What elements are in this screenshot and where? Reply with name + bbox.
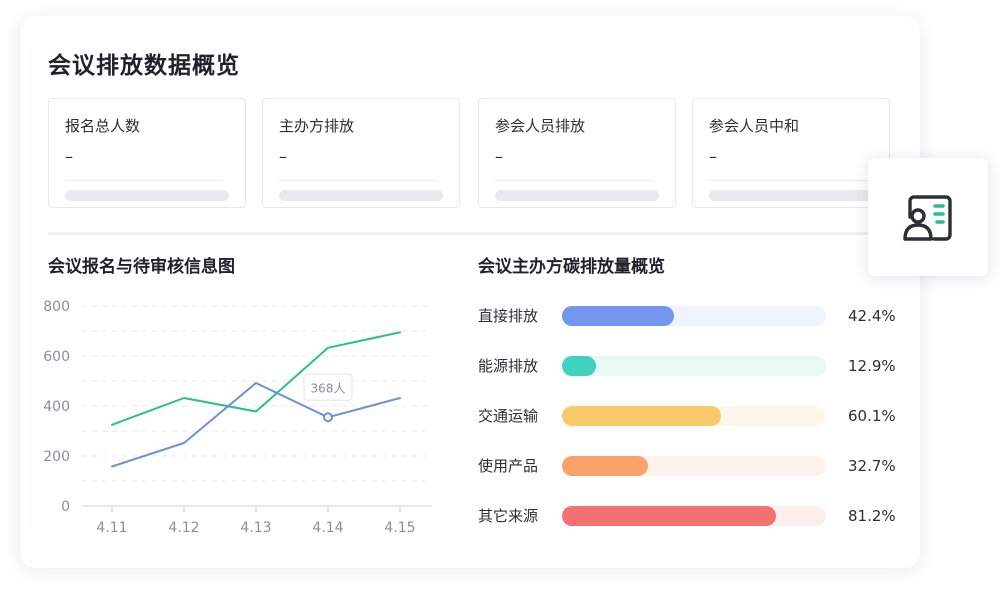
overview-card: 会议排放数据概览 报名总人数 – 主办方排放 – 参会人员排放 – 参会人员中和…	[20, 16, 920, 568]
bar-chart-title: 会议主办方碳排放量概览	[478, 257, 665, 277]
y-tick-label: 0	[61, 499, 70, 515]
x-tick-label: 4.11	[96, 520, 127, 536]
bar-track	[562, 456, 826, 476]
series-line-2	[111, 382, 401, 468]
bar-value: 12.9%	[848, 357, 896, 375]
stat-label: 参会人员排放	[495, 117, 586, 135]
floating-icon-card[interactable]	[868, 158, 988, 276]
bar-track	[562, 356, 826, 376]
y-tick-label: 400	[43, 399, 70, 415]
bar-row-direct: 直接排放 42.4%	[478, 305, 898, 327]
bar-fill	[562, 306, 674, 326]
bar-label: 交通运输	[478, 407, 539, 425]
bar-row-energy: 能源排放 12.9%	[478, 355, 898, 377]
bar-label: 能源排放	[478, 357, 539, 375]
bar-value: 32.7%	[848, 457, 896, 475]
bar-row-product-use: 使用产品 32.7%	[478, 455, 898, 477]
stat-value: –	[709, 147, 717, 166]
tooltip-text: 368人	[311, 381, 346, 395]
stat-label: 参会人员中和	[709, 117, 800, 135]
bar-row-transport: 交通运输 60.1%	[478, 405, 898, 427]
data-point-marker	[323, 412, 333, 423]
stat-divider	[495, 180, 653, 181]
bar-track	[562, 506, 826, 526]
bar-value: 42.4%	[848, 307, 896, 325]
stat-card-attendee-offset[interactable]: 参会人员中和 –	[692, 98, 890, 208]
x-tick-label: 4.13	[240, 520, 271, 536]
stat-skeleton-bar	[495, 190, 659, 201]
bar-value: 60.1%	[848, 407, 896, 425]
stat-divider	[709, 180, 867, 181]
y-tick-label: 200	[43, 449, 70, 465]
bar-value: 81.2%	[848, 507, 896, 525]
x-tick-label: 4.15	[384, 520, 415, 536]
stat-value: –	[495, 147, 503, 166]
y-tick-label: 800	[43, 299, 70, 315]
bar-fill	[562, 356, 597, 376]
bar-track	[562, 306, 826, 326]
bar-fill	[562, 506, 777, 526]
stat-card-attendee-emissions[interactable]: 参会人员排放 –	[478, 98, 676, 208]
bar-fill	[562, 406, 721, 426]
bar-row-other: 其它来源 81.2%	[478, 505, 898, 527]
y-tick-label: 600	[43, 349, 70, 365]
x-tick-label: 4.14	[312, 520, 343, 536]
bar-label: 其它来源	[478, 507, 539, 525]
bar-fill	[562, 456, 649, 476]
stat-skeleton-bar	[709, 190, 873, 201]
bar-label: 使用产品	[478, 457, 539, 475]
series-line-1	[111, 331, 401, 426]
line-chart[interactable]: 0 200 400 600 800 4.11 4.12 4.13 4.14 4.15 368人	[20, 16, 460, 568]
contact-card-icon	[903, 195, 952, 241]
x-tick-label: 4.12	[168, 520, 199, 536]
bar-label: 直接排放	[478, 307, 539, 325]
bar-track	[562, 406, 826, 426]
